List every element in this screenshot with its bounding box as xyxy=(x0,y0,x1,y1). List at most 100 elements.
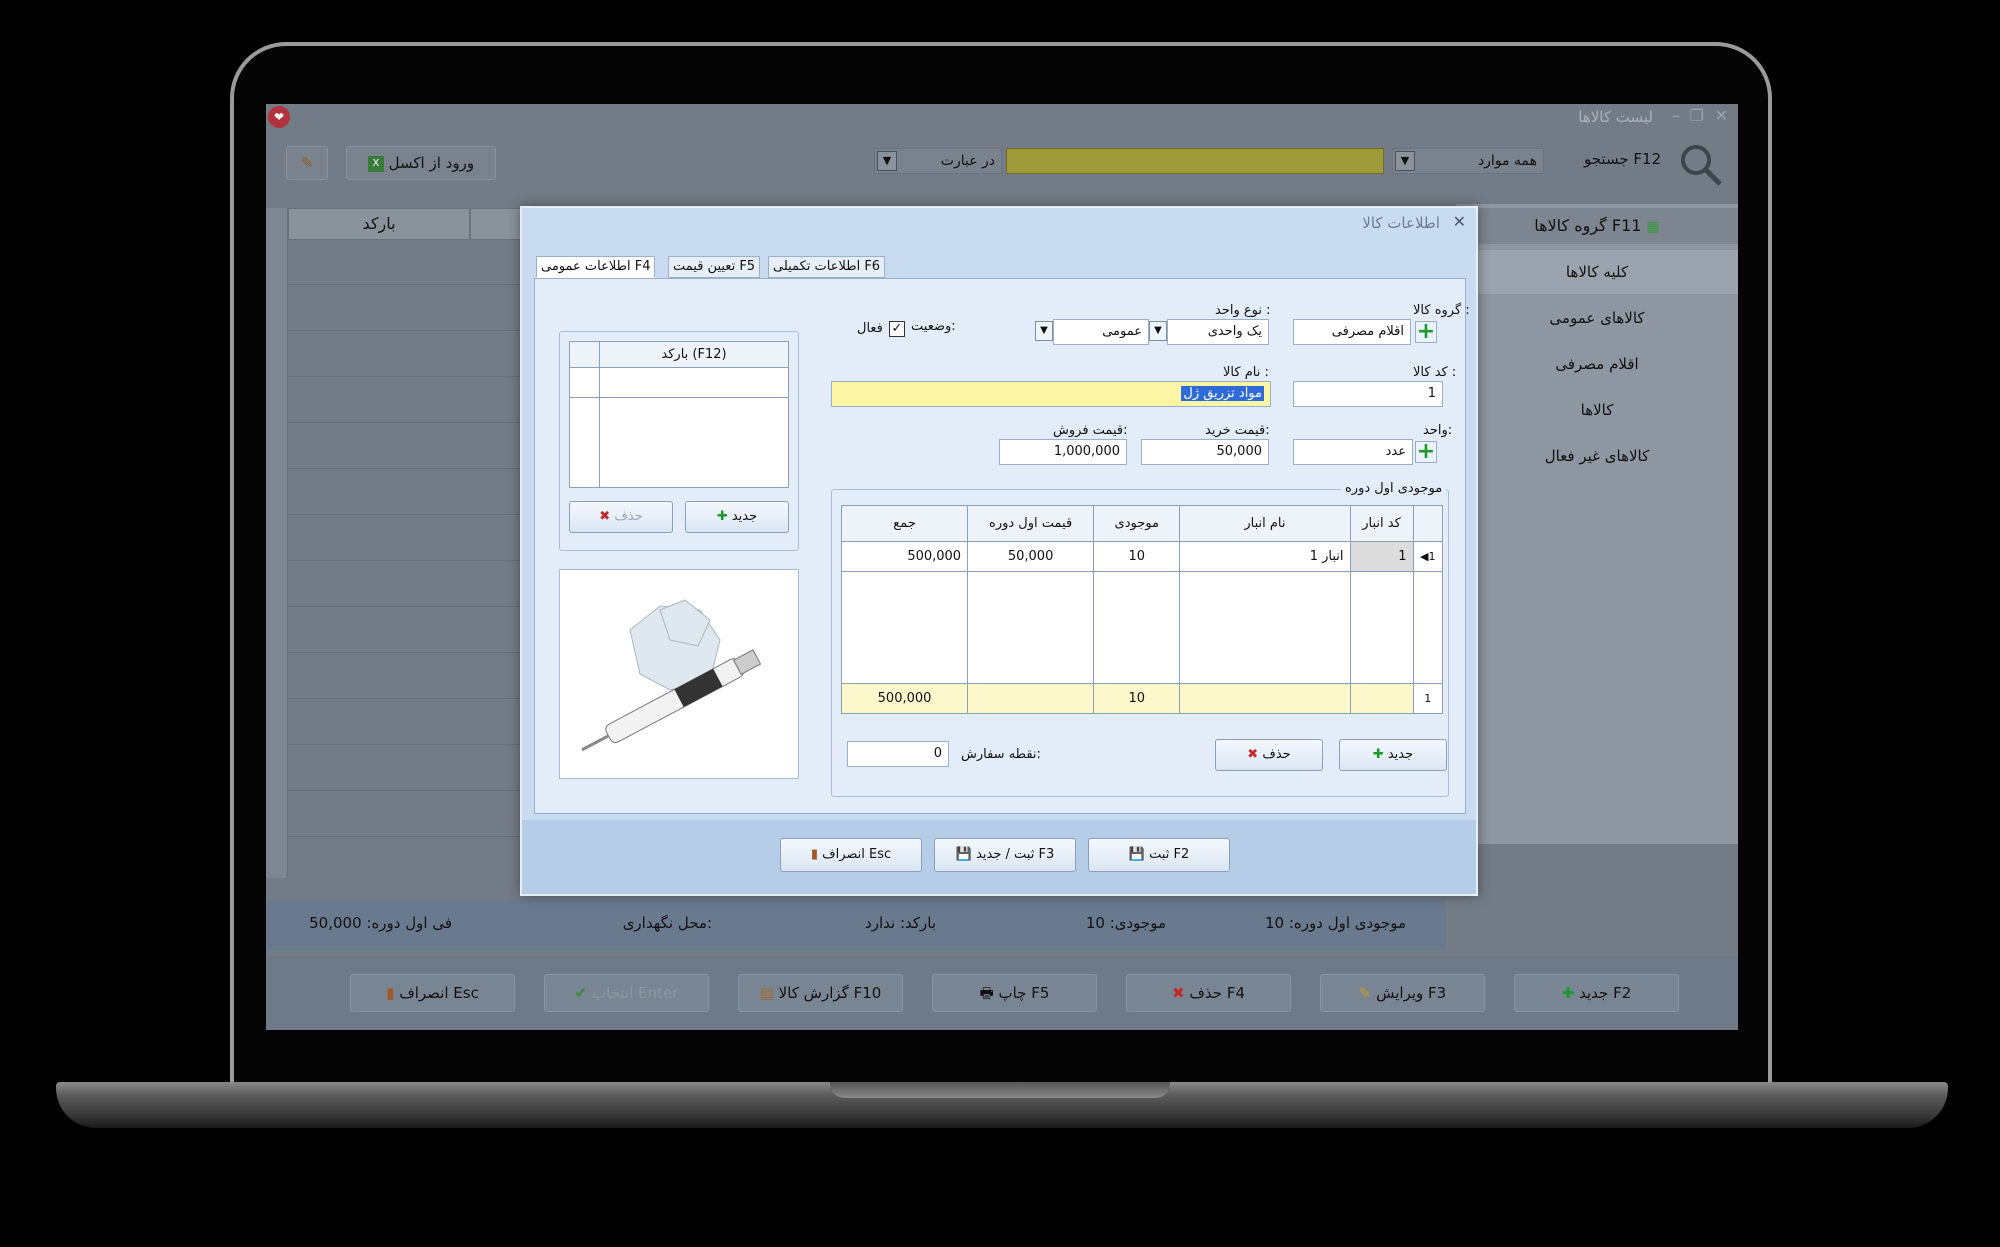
footer-empty xyxy=(1349,683,1414,714)
minimize-icon[interactable]: – xyxy=(1672,106,1680,125)
empty-cell[interactable] xyxy=(967,571,1095,684)
dialog-cancel-button[interactable]: ▮ انصراف Esc xyxy=(780,838,922,872)
check-icon: ✔ xyxy=(574,984,588,1002)
cell-total[interactable]: 500,000 xyxy=(840,541,969,572)
cancel-button[interactable]: ▮ انصراف Esc xyxy=(350,974,515,1012)
category-item-consumables[interactable]: اقلام مصرفی xyxy=(1456,342,1738,386)
delete-button-label: حذف F4 xyxy=(1189,984,1245,1002)
chevron-down-icon[interactable]: ▼ xyxy=(877,151,897,171)
footer-empty xyxy=(1179,683,1351,714)
plus-icon: ✚ xyxy=(1561,984,1575,1002)
barcode-cell[interactable] xyxy=(599,397,789,488)
scope-select[interactable]: ▼ همه موارد xyxy=(1392,148,1544,174)
new-button[interactable]: ✚ جدید F2 xyxy=(1514,974,1679,1012)
report-button[interactable]: ▤ گزارش کالا F10 xyxy=(738,974,903,1012)
barcode-row-indicator xyxy=(569,367,600,398)
save-button[interactable]: 💾 ثبت F2 xyxy=(1088,838,1230,872)
col-total[interactable]: جمع xyxy=(840,505,969,542)
footer-total: 500,000 xyxy=(840,683,969,714)
group-field[interactable]: اقلام مصرفی xyxy=(1293,319,1411,345)
cell-price[interactable]: 50,000 xyxy=(967,541,1095,572)
barcode-row-header xyxy=(569,341,600,368)
stock-delete-button[interactable]: ✖ حذف xyxy=(1215,739,1323,771)
category-item-all[interactable]: کلیه کالاها xyxy=(1456,250,1738,294)
pencil-icon: ✎ xyxy=(1358,984,1372,1002)
close-icon[interactable]: ✕ xyxy=(1453,212,1466,231)
active-checkbox[interactable]: ✓ xyxy=(889,321,905,337)
category-item-inactive[interactable]: کالاهای غیر فعال xyxy=(1456,434,1738,478)
search-icon[interactable] xyxy=(1678,142,1722,186)
info-bar: موجودی اول دوره: 10 موجودی: 10 بارکد: ند… xyxy=(266,900,1446,950)
print-button-label: چاپ F5 xyxy=(998,984,1050,1002)
stock-table: جمع قیمت اول دوره موجودی نام انبار کد ان… xyxy=(840,505,1444,714)
name-field[interactable]: مواد تزریق ژل xyxy=(831,381,1271,407)
stock-delete-label: حذف xyxy=(1262,747,1291,762)
window-title: لیست کالاها xyxy=(1578,108,1653,126)
col-qty[interactable]: موجودی xyxy=(1093,505,1181,542)
cell-qty[interactable]: 10 xyxy=(1093,541,1181,572)
product-image xyxy=(559,569,799,779)
print-button[interactable]: 🖶 چاپ F5 xyxy=(932,974,1097,1012)
barcode-new-button[interactable]: ✚ جدید xyxy=(685,501,789,533)
stock-new-button[interactable]: ✚ جدید xyxy=(1339,739,1447,771)
match-select[interactable]: ▼ در عبارت xyxy=(874,148,1002,174)
reorder-field[interactable]: 0 xyxy=(847,741,949,767)
empty-cell xyxy=(1412,571,1444,684)
unit-field[interactable]: عدد xyxy=(1293,439,1413,465)
excel-icon: X xyxy=(367,155,384,172)
table-row[interactable]: 500,000 50,000 10 انبار 1 1 ◀1 xyxy=(840,541,1444,572)
search-input[interactable] xyxy=(1006,148,1384,174)
barcode-delete-button[interactable]: ✖ حذف xyxy=(569,501,673,533)
barcode-row-indicator xyxy=(569,397,600,488)
row-pointer-icon: ◀ xyxy=(1420,550,1429,563)
category-item-general[interactable]: کالاهای عمومی xyxy=(1456,296,1738,340)
group-label: گروه کالا : xyxy=(1413,303,1470,318)
chevron-down-icon[interactable]: ▼ xyxy=(1395,151,1415,171)
barcode-new-label: جدید xyxy=(731,509,758,524)
category-header[interactable]: گروه کالاها F11 ▦ xyxy=(1456,208,1738,244)
grid-scrollbar[interactable] xyxy=(266,208,288,878)
col-opening-price[interactable]: قیمت اول دوره xyxy=(967,505,1095,542)
info-location: محل نگهداری: xyxy=(622,914,712,932)
search-label: جستجو F12 xyxy=(1584,150,1662,168)
footer-qty: 10 xyxy=(1093,683,1181,714)
cell-warehouse-name[interactable]: انبار 1 xyxy=(1179,541,1351,572)
col-warehouse-code[interactable]: کد انبار xyxy=(1349,505,1414,542)
buy-price-field[interactable]: 50,000 xyxy=(1141,439,1269,465)
restore-icon[interactable]: ❐ xyxy=(1690,106,1704,125)
add-group-plus-icon[interactable]: + xyxy=(1415,321,1437,343)
col-warehouse-name[interactable]: نام انبار xyxy=(1179,505,1351,542)
theme-brush-button[interactable]: ✎ xyxy=(286,146,328,180)
code-field[interactable]: 1 xyxy=(1293,381,1443,407)
empty-cell[interactable] xyxy=(1349,571,1414,684)
tab-pricing[interactable]: تعیین قیمت F5 xyxy=(668,256,761,278)
grid-header-barcode[interactable]: بارکد xyxy=(288,208,470,240)
tab-additional[interactable]: اطلاعات تکمیلی F6 xyxy=(768,256,886,278)
delete-button[interactable]: ✖ حذف F4 xyxy=(1126,974,1291,1012)
barcode-cell[interactable] xyxy=(599,367,789,398)
empty-cell[interactable] xyxy=(840,571,969,684)
unit-type-select[interactable]: یک واحدی xyxy=(1167,319,1269,345)
category-select[interactable]: عمومی xyxy=(1053,319,1149,345)
close-icon[interactable]: ✕ xyxy=(1715,106,1728,125)
add-unit-plus-icon[interactable]: + xyxy=(1415,441,1437,463)
tab-general[interactable]: اطلاعات عمومی F4 xyxy=(536,256,656,278)
chevron-down-icon[interactable]: ▼ xyxy=(1035,321,1053,341)
dialog-footer: 💾 ثبت F2 💾 ثبت / جدید F3 ▮ انصراف Esc xyxy=(522,820,1476,894)
excel-import-button[interactable]: X ورود از اکسل xyxy=(346,146,496,180)
cell-warehouse-code[interactable]: 1 xyxy=(1349,541,1414,572)
select-button-label: انتخاب Enter xyxy=(592,984,679,1002)
category-item-goods[interactable]: کالاها xyxy=(1456,388,1738,432)
info-opening-price: فی اول دوره: 50,000 xyxy=(309,914,452,932)
select-button[interactable]: ✔ انتخاب Enter xyxy=(544,974,709,1012)
barcode-column-header[interactable]: بارکد (F12) xyxy=(599,341,789,368)
chevron-down-icon[interactable]: ▼ xyxy=(1149,321,1167,341)
name-label: نام کالا : xyxy=(1223,365,1269,380)
save-label: ثبت F2 xyxy=(1149,847,1190,862)
bottom-button-bar: ✚ جدید F2 ✎ ویرایش F3 ✖ حذف F4 🖶 چاپ F5 … xyxy=(266,956,1738,1030)
empty-cell[interactable] xyxy=(1179,571,1351,684)
empty-cell[interactable] xyxy=(1093,571,1181,684)
edit-button[interactable]: ✎ ویرایش F3 xyxy=(1320,974,1485,1012)
save-new-button[interactable]: 💾 ثبت / جدید F3 xyxy=(934,838,1076,872)
sell-price-field[interactable]: 1,000,000 xyxy=(999,439,1127,465)
